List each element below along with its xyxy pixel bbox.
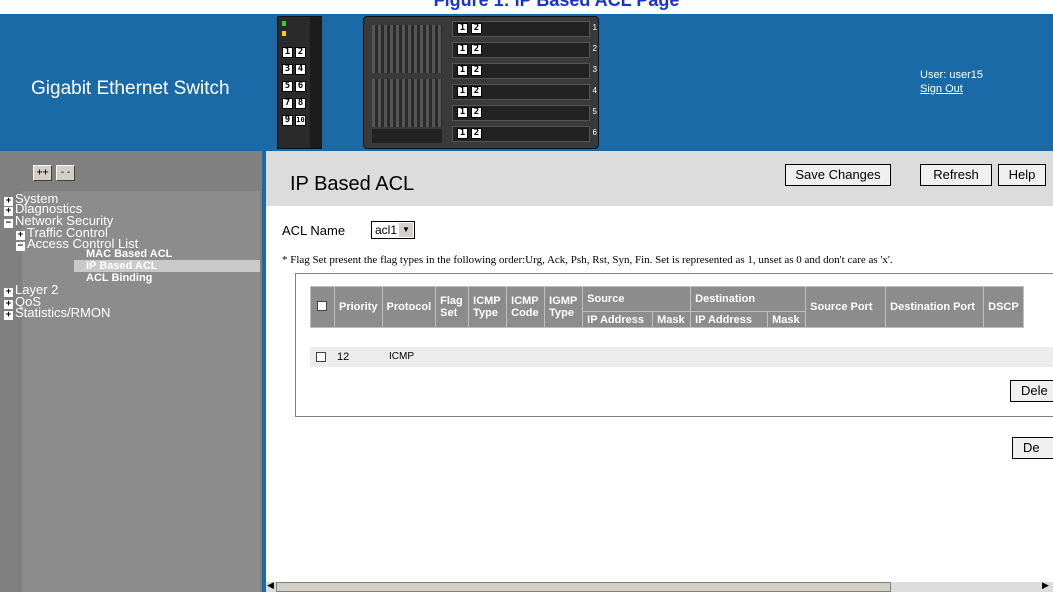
save-changes-button[interactable]: Save Changes xyxy=(785,164,891,186)
port-5: 5 xyxy=(282,81,293,92)
fan-module-top xyxy=(372,25,442,73)
figure-caption: Figure 1: IP Based ACL Page xyxy=(0,0,1053,14)
page-title: IP Based ACL xyxy=(290,173,415,195)
flag-set-note: * Flag Set present the flag types in the… xyxy=(282,254,893,266)
fan-module-bottom xyxy=(372,79,442,127)
source-ip-header: IP Address xyxy=(582,311,654,328)
nav-item-label: ACL Binding xyxy=(86,272,153,284)
slot-2: 12 2 xyxy=(452,42,597,58)
delete-acl-button[interactable]: De xyxy=(1012,437,1053,459)
port-8: 8 xyxy=(295,98,306,109)
source-mask-header: Mask xyxy=(652,311,692,328)
sidebar: + System + Diagnostics − Network Security + Tra… xyxy=(0,191,262,592)
help-button[interactable]: Help xyxy=(998,164,1046,186)
slot-3: 12 3 xyxy=(452,63,597,79)
priority-header: Priority xyxy=(334,286,383,328)
nav-item-label: IP Based ACL xyxy=(86,260,158,272)
row-priority: 12 xyxy=(337,351,350,363)
destination-header: Destination xyxy=(690,286,807,312)
table-row[interactable]: 12 ICMP xyxy=(310,347,1053,367)
port-6: 6 xyxy=(295,81,306,92)
sign-out-link[interactable]: Sign Out xyxy=(920,82,983,96)
page-header: IP Based ACL Save Changes Refresh Help xyxy=(266,151,1053,206)
destination-port-header: Destination Port xyxy=(885,286,985,328)
acl-name-label: ACL Name xyxy=(282,223,346,238)
nav-item[interactable]: IP Based ACL xyxy=(74,260,260,272)
row-protocol: ICMP xyxy=(389,351,414,362)
port-4: 4 xyxy=(295,64,306,75)
icmp-code-header: ICMP Code xyxy=(506,286,546,328)
port-3: 3 xyxy=(282,64,293,75)
user-label: User: user15 xyxy=(920,69,983,81)
acl-rules-table: Priority Protocol Flag Set ICMP Type ICM… xyxy=(310,286,1025,328)
flag-set-header: Flag Set xyxy=(435,286,470,328)
port-1: 1 xyxy=(282,47,293,58)
dscp-header: DSCP xyxy=(983,286,1025,328)
switch-chassis-image: 12 1 12 2 12 3 12 4 12 5 12 6 xyxy=(363,16,599,149)
expand-icon[interactable]: + xyxy=(4,311,13,320)
acl-name-value: acl1 xyxy=(375,223,398,237)
brand-title: Gigabit Ethernet Switch xyxy=(31,78,230,99)
port-10: 10 xyxy=(295,115,306,126)
port-7: 7 xyxy=(282,98,293,109)
scroll-right-icon[interactable]: ▶ xyxy=(1042,580,1049,591)
user-box: User: user15 Sign Out xyxy=(920,68,983,96)
destination-ip-header: IP Address xyxy=(690,311,769,328)
nav-item-label: MAC Based ACL xyxy=(86,248,173,260)
port-2: 2 xyxy=(295,47,306,58)
nav-item[interactable]: + Statistics/RMON xyxy=(4,305,260,320)
horizontal-scrollbar[interactable]: ◀ ▶ xyxy=(266,580,1053,592)
refresh-button[interactable]: Refresh xyxy=(920,164,992,186)
slot-6: 12 6 xyxy=(452,126,597,142)
protocol-header: Protocol xyxy=(381,286,437,328)
acl-rules-panel: Priority Protocol Flag Set ICMP Type ICM… xyxy=(295,273,1053,417)
row-checkbox[interactable] xyxy=(316,352,326,362)
nav-item-label: Statistics/RMON xyxy=(15,305,111,320)
port-9: 9 xyxy=(282,115,293,126)
header-banner: Gigabit Ethernet Switch 1 2 3 4 5 6 7 8 … xyxy=(0,14,1053,151)
nav-item[interactable]: MAC Based ACL xyxy=(4,249,260,260)
source-header: Source xyxy=(582,286,692,312)
switch-module-image: 1 2 3 4 5 6 7 8 9 10 xyxy=(277,16,322,149)
nav-item[interactable]: + Layer 2 xyxy=(4,283,260,297)
tree-toolbar: ++ -- xyxy=(0,151,262,191)
main-content: ACL Name acl1 ▼ * Flag Set present the f… xyxy=(266,206,1053,582)
chevron-down-icon: ▼ xyxy=(399,223,413,237)
scroll-left-icon[interactable]: ◀ xyxy=(267,580,274,591)
igmp-type-header: IGMP Type xyxy=(544,286,584,328)
nav-tree: + System + Diagnostics − Network Security + Tra… xyxy=(4,192,260,320)
select-all-checkbox[interactable] xyxy=(317,300,327,311)
acl-name-select[interactable]: acl1 ▼ xyxy=(371,221,415,239)
slot-4: 12 4 xyxy=(452,84,597,100)
slot-1: 12 1 xyxy=(452,21,597,37)
destination-mask-header: Mask xyxy=(767,311,807,328)
expand-all-button[interactable]: ++ xyxy=(33,165,52,181)
collapse-all-button[interactable]: -- xyxy=(56,165,75,181)
icmp-type-header: ICMP Type xyxy=(468,286,508,328)
slot-5: 12 5 xyxy=(452,105,597,121)
scrollbar-thumb[interactable] xyxy=(276,582,891,592)
source-port-header: Source Port xyxy=(805,286,887,328)
delete-button[interactable]: Dele xyxy=(1010,380,1053,402)
select-all-header xyxy=(310,286,335,328)
